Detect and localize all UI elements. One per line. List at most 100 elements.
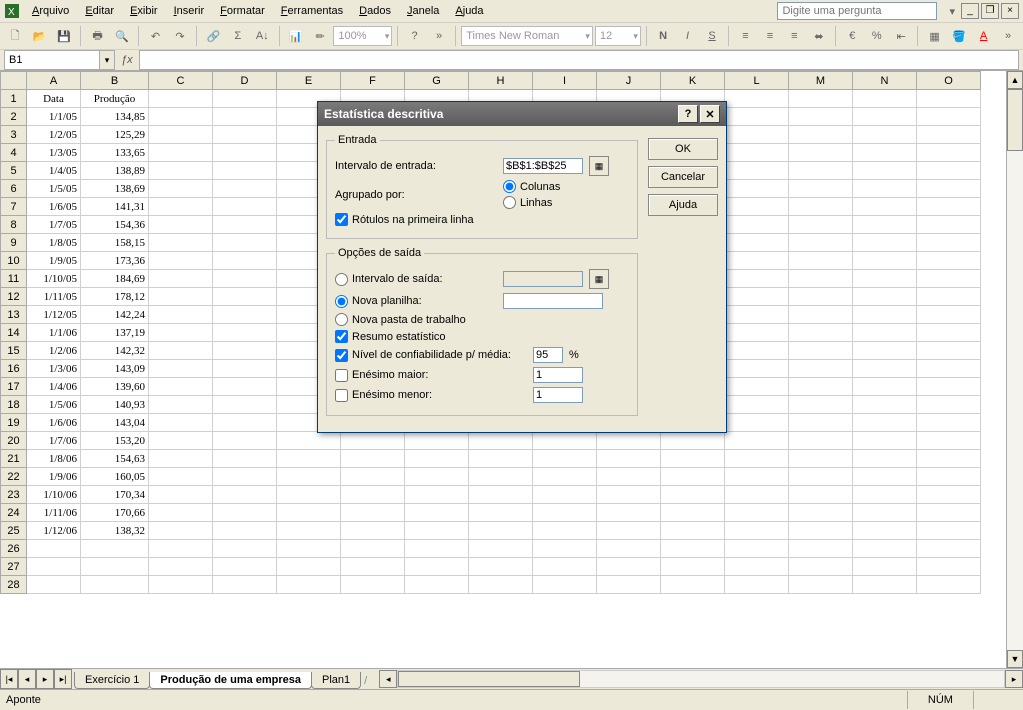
cell-D26[interactable] [213, 540, 277, 558]
cell-O19[interactable] [917, 414, 981, 432]
cell-O15[interactable] [917, 342, 981, 360]
select-all-corner[interactable] [1, 72, 27, 90]
cell-O22[interactable] [917, 468, 981, 486]
cell-D25[interactable] [213, 522, 277, 540]
vertical-scrollbar[interactable]: ▲ ▼ [1006, 71, 1023, 668]
cell-B5[interactable]: 138,89 [81, 162, 149, 180]
help-button[interactable]: Ajuda [648, 194, 718, 216]
cell-L11[interactable] [725, 270, 789, 288]
row-header-4[interactable]: 4 [1, 144, 27, 162]
cell-M2[interactable] [789, 108, 853, 126]
redo-icon[interactable]: ↷ [169, 24, 191, 48]
currency-icon[interactable]: € [841, 24, 863, 48]
row-header-27[interactable]: 27 [1, 558, 27, 576]
close-button[interactable]: × [1001, 3, 1019, 19]
cell-N26[interactable] [853, 540, 917, 558]
cell-K22[interactable] [661, 468, 725, 486]
cell-M6[interactable] [789, 180, 853, 198]
cell-N23[interactable] [853, 486, 917, 504]
cell-M8[interactable] [789, 216, 853, 234]
cell-L21[interactable] [725, 450, 789, 468]
col-header-H[interactable]: H [469, 72, 533, 90]
row-header-21[interactable]: 21 [1, 450, 27, 468]
cell-B7[interactable]: 141,31 [81, 198, 149, 216]
cell-L1[interactable] [725, 90, 789, 108]
nova-planilha-input[interactable] [503, 293, 603, 309]
cell-D21[interactable] [213, 450, 277, 468]
cell-D10[interactable] [213, 252, 277, 270]
name-box[interactable]: B1 [4, 50, 100, 70]
ok-button[interactable]: OK [648, 138, 718, 160]
cell-O21[interactable] [917, 450, 981, 468]
cell-C27[interactable] [149, 558, 213, 576]
cell-N21[interactable] [853, 450, 917, 468]
cell-K27[interactable] [661, 558, 725, 576]
row-header-19[interactable]: 19 [1, 414, 27, 432]
row-header-8[interactable]: 8 [1, 216, 27, 234]
cell-M16[interactable] [789, 360, 853, 378]
row-header-7[interactable]: 7 [1, 198, 27, 216]
cell-C8[interactable] [149, 216, 213, 234]
cell-G26[interactable] [405, 540, 469, 558]
cell-C5[interactable] [149, 162, 213, 180]
sheet-tab-2[interactable]: Plan1 [311, 672, 361, 689]
cell-D15[interactable] [213, 342, 277, 360]
cell-N25[interactable] [853, 522, 917, 540]
row-header-20[interactable]: 20 [1, 432, 27, 450]
cell-M15[interactable] [789, 342, 853, 360]
cell-J25[interactable] [597, 522, 661, 540]
menu-arquivo[interactable]: Arquivo [24, 3, 77, 19]
cell-L23[interactable] [725, 486, 789, 504]
cell-L18[interactable] [725, 396, 789, 414]
cell-A13[interactable]: 1/12/05 [27, 306, 81, 324]
cell-E21[interactable] [277, 450, 341, 468]
cell-E22[interactable] [277, 468, 341, 486]
cell-D1[interactable] [213, 90, 277, 108]
cell-D9[interactable] [213, 234, 277, 252]
cell-A1[interactable]: Data [27, 90, 81, 108]
cell-B20[interactable]: 153,20 [81, 432, 149, 450]
cell-D4[interactable] [213, 144, 277, 162]
cell-C23[interactable] [149, 486, 213, 504]
resumo-checkbox[interactable]: Resumo estatístico [335, 330, 446, 343]
cell-A14[interactable]: 1/1/06 [27, 324, 81, 342]
bold-icon[interactable]: N [652, 24, 674, 48]
cell-M12[interactable] [789, 288, 853, 306]
cell-L8[interactable] [725, 216, 789, 234]
cell-B2[interactable]: 134,85 [81, 108, 149, 126]
cell-B13[interactable]: 142,24 [81, 306, 149, 324]
dialog-titlebar[interactable]: Estatística descritiva ? ✕ [318, 102, 726, 126]
cell-O26[interactable] [917, 540, 981, 558]
cell-L10[interactable] [725, 252, 789, 270]
cell-N20[interactable] [853, 432, 917, 450]
undo-icon[interactable]: ↶ [144, 24, 166, 48]
cell-F25[interactable] [341, 522, 405, 540]
nova-planilha-radio[interactable]: Nova planilha: [335, 295, 497, 308]
col-header-G[interactable]: G [405, 72, 469, 90]
borders-icon[interactable]: ▦ [923, 24, 945, 48]
sheet-tab-1[interactable]: Produção de uma empresa [149, 672, 312, 689]
cell-L27[interactable] [725, 558, 789, 576]
cell-D7[interactable] [213, 198, 277, 216]
cell-C9[interactable] [149, 234, 213, 252]
scroll-thumb[interactable] [1007, 89, 1023, 151]
cell-D3[interactable] [213, 126, 277, 144]
cell-K20[interactable] [661, 432, 725, 450]
cell-M26[interactable] [789, 540, 853, 558]
cell-F24[interactable] [341, 504, 405, 522]
cell-O11[interactable] [917, 270, 981, 288]
cell-B24[interactable]: 170,66 [81, 504, 149, 522]
cell-I22[interactable] [533, 468, 597, 486]
cell-C24[interactable] [149, 504, 213, 522]
new-icon[interactable]: 🗋 [4, 24, 26, 48]
cell-F21[interactable] [341, 450, 405, 468]
cell-I25[interactable] [533, 522, 597, 540]
cell-G28[interactable] [405, 576, 469, 594]
colunas-radio[interactable]: Colunas [503, 180, 560, 193]
cell-N15[interactable] [853, 342, 917, 360]
cancel-button[interactable]: Cancelar [648, 166, 718, 188]
cell-H28[interactable] [469, 576, 533, 594]
row-header-24[interactable]: 24 [1, 504, 27, 522]
cell-D22[interactable] [213, 468, 277, 486]
cell-B3[interactable]: 125,29 [81, 126, 149, 144]
